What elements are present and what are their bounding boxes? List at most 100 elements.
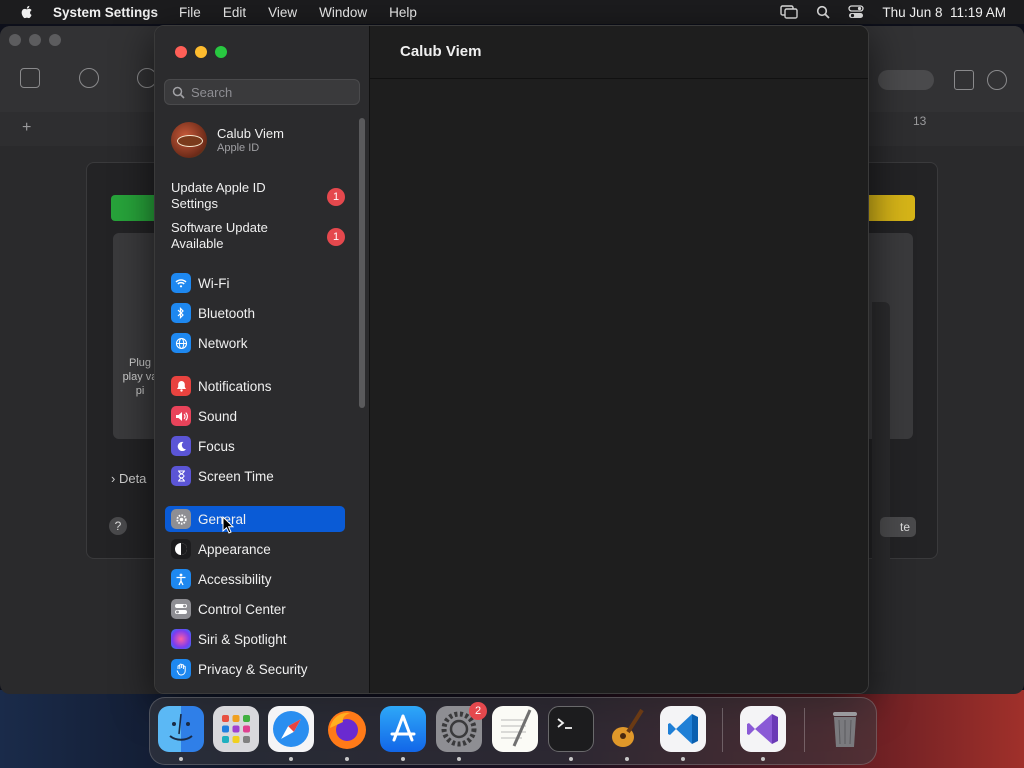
alert-label: Update Apple ID Settings xyxy=(171,180,266,211)
sidebar-item-siri-spotlight[interactable]: Siri & Spotlight xyxy=(165,626,345,652)
close-button[interactable] xyxy=(175,46,187,58)
dock-app-store-icon[interactable] xyxy=(380,706,426,752)
dock-finder-icon[interactable] xyxy=(158,706,204,752)
screen-mirroring-icon[interactable] xyxy=(780,5,799,19)
sidebar-item-label: Focus xyxy=(198,438,235,454)
mouse-pointer-icon xyxy=(222,516,234,534)
alert-update-apple-id[interactable]: Update Apple ID Settings 1 xyxy=(171,180,351,212)
bg-tray-icon[interactable] xyxy=(20,68,40,88)
bg-action-button[interactable]: te xyxy=(880,517,916,537)
search-field[interactable]: Search xyxy=(164,79,360,105)
sidebar-item-wifi[interactable]: Wi-Fi xyxy=(165,270,345,296)
dock-running-indicator xyxy=(761,757,765,761)
dock: 2 xyxy=(149,697,877,765)
sidebar-item-bluetooth[interactable]: Bluetooth xyxy=(165,300,345,326)
sidebar-item-focus[interactable]: Focus xyxy=(165,433,345,459)
spotlight-search-icon[interactable] xyxy=(816,5,831,19)
sidebar-item-screen-time[interactable]: Screen Time xyxy=(165,463,345,489)
bg-window-icon[interactable] xyxy=(954,70,974,90)
avatar xyxy=(171,122,207,158)
hand-icon xyxy=(171,659,191,679)
bg-chat-icon[interactable] xyxy=(987,70,1007,90)
sidebar-item-appearance[interactable]: Appearance xyxy=(165,536,345,562)
dock-garageband-icon[interactable] xyxy=(604,706,650,752)
menu-view[interactable]: View xyxy=(268,5,297,20)
dock-running-indicator xyxy=(401,757,405,761)
alert-badge: 1 xyxy=(327,228,345,246)
dock-running-indicator xyxy=(179,757,183,761)
wifi-icon xyxy=(171,273,191,293)
apple-menu-icon[interactable] xyxy=(19,4,35,20)
sidebar-item-label: Privacy & Security xyxy=(198,661,308,677)
sidebar-scrollbar[interactable] xyxy=(359,118,365,408)
sidebar-item-label: Accessibility xyxy=(198,571,272,587)
bell-icon xyxy=(171,376,191,396)
bg-ruler-number: 13 xyxy=(913,114,927,128)
sidebar-item-label: Control Center xyxy=(198,601,286,617)
menu-window[interactable]: Window xyxy=(319,5,367,20)
bg-toggle[interactable] xyxy=(878,70,934,90)
detail-header: Calub Viem xyxy=(370,26,868,79)
bg-help-button[interactable]: ? xyxy=(109,517,127,535)
sidebar-item-sound[interactable]: Sound xyxy=(165,403,345,429)
system-settings-window: Search Calub Viem Apple ID Update Apple … xyxy=(154,25,869,694)
alert-badge: 1 xyxy=(327,188,345,206)
dock-trash-icon[interactable] xyxy=(822,706,868,752)
alert-label: Software Update Available xyxy=(171,220,268,251)
search-placeholder: Search xyxy=(191,84,233,100)
menu-edit[interactable]: Edit xyxy=(223,5,246,20)
menu-help[interactable]: Help xyxy=(389,5,417,20)
page-title: Calub Viem xyxy=(400,43,482,60)
profile-subtitle: Apple ID xyxy=(217,142,260,154)
dock-running-indicator xyxy=(289,757,293,761)
profile-name: Calub Viem xyxy=(217,126,284,141)
sidebar-item-label: Wi-Fi xyxy=(198,275,230,291)
sidebar-item-privacy-security[interactable]: Privacy & Security xyxy=(165,656,345,682)
dock-running-indicator xyxy=(569,757,573,761)
apple-id-profile[interactable]: Calub Viem Apple ID xyxy=(171,122,284,158)
accessibility-icon xyxy=(171,569,191,589)
control-center-icon[interactable] xyxy=(848,5,865,19)
speaker-icon xyxy=(171,406,191,426)
dock-terminal-icon[interactable] xyxy=(548,706,594,752)
dock-separator xyxy=(804,708,805,752)
sidebar-item-label: Network xyxy=(198,335,248,351)
settings-sidebar: Search Calub Viem Apple ID Update Apple … xyxy=(155,26,370,693)
dock-running-indicator xyxy=(625,757,629,761)
menu-file[interactable]: File xyxy=(179,5,201,20)
menu-app-name[interactable]: System Settings xyxy=(53,5,158,20)
sidebar-item-label: Screen Time xyxy=(198,468,274,484)
dock-vscode-icon[interactable] xyxy=(660,706,706,752)
dock-running-indicator xyxy=(681,757,685,761)
hourglass-icon xyxy=(171,466,191,486)
bg-zoom-dot[interactable] xyxy=(49,34,61,46)
switches-icon xyxy=(171,599,191,619)
zoom-button[interactable] xyxy=(215,46,227,58)
sidebar-item-control-center[interactable]: Control Center xyxy=(165,596,345,622)
dock-launchpad-icon[interactable] xyxy=(213,706,259,752)
sidebar-item-network[interactable]: Network xyxy=(165,330,345,356)
dock-notification-badge: 2 xyxy=(469,702,487,720)
bg-details-label[interactable]: › Deta xyxy=(111,471,146,486)
alert-software-update[interactable]: Software Update Available 1 xyxy=(171,220,351,252)
bg-minimize-dot[interactable] xyxy=(29,34,41,46)
detail-pane: Calub Viem xyxy=(370,26,868,693)
dock-safari-icon[interactable] xyxy=(268,706,314,752)
dock-separator xyxy=(722,708,723,752)
menu-clock[interactable]: Thu Jun 8 11:19 AM xyxy=(882,5,1006,20)
dock-running-indicator xyxy=(345,757,349,761)
sidebar-item-notifications[interactable]: Notifications xyxy=(165,373,345,399)
bg-add-icon[interactable]: + xyxy=(22,119,31,137)
bg-help-icon[interactable] xyxy=(79,68,99,88)
sidebar-item-label: Notifications xyxy=(198,378,272,394)
bg-inner-scroll xyxy=(872,302,890,672)
moon-icon xyxy=(171,436,191,456)
minimize-button[interactable] xyxy=(195,46,207,58)
sidebar-item-general[interactable]: General xyxy=(165,506,345,532)
dock-firefox-icon[interactable] xyxy=(324,706,370,752)
dock-running-indicator xyxy=(457,757,461,761)
dock-textedit-icon[interactable] xyxy=(492,706,538,752)
dock-visual-studio-icon[interactable] xyxy=(740,706,786,752)
sidebar-item-accessibility[interactable]: Accessibility xyxy=(165,566,345,592)
bg-close-dot[interactable] xyxy=(9,34,21,46)
